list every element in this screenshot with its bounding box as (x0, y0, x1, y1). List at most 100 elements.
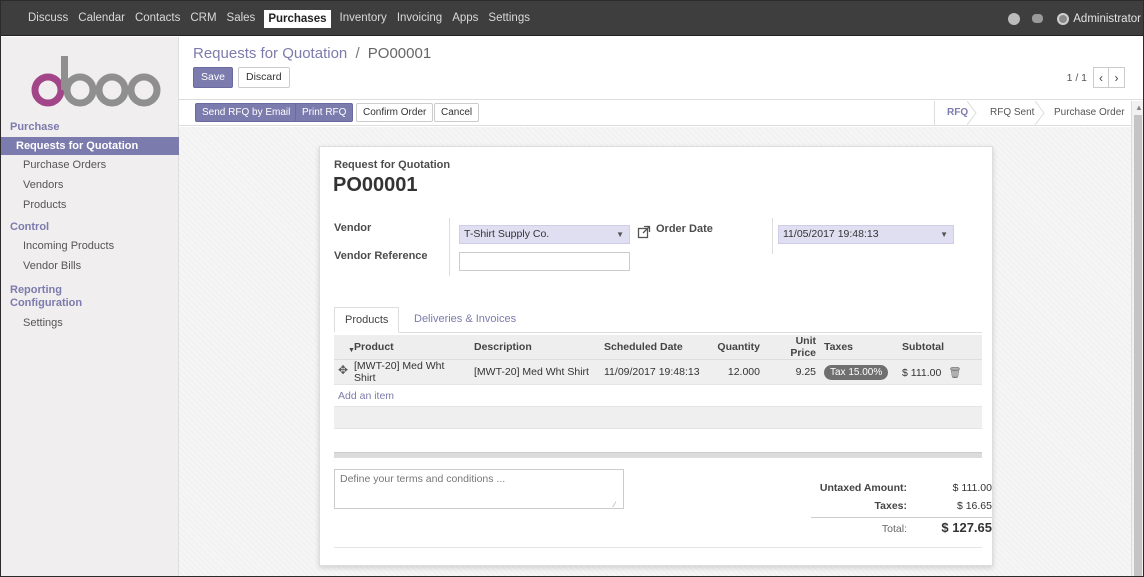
sidebar-section-reporting[interactable]: Reporting (10, 284, 62, 296)
form-record-name: PO00001 (333, 174, 418, 196)
stage-separator-icon (1035, 101, 1045, 125)
tax-badge: Tax 15.00% (824, 364, 889, 380)
activity-icon[interactable] (1008, 12, 1021, 25)
cell-taxes[interactable]: Tax 15.00% (820, 359, 898, 385)
breadcrumb-separator: / (355, 45, 360, 62)
vendor-reference-input[interactable] (459, 252, 630, 271)
status-stages: RFQ RFQ Sent Purchase Order (934, 101, 1143, 125)
vendor-value: T-Shirt Supply Co. (464, 228, 550, 240)
terms-conditions-textarea[interactable]: Define your terms and conditions ... (334, 469, 624, 509)
app-apps[interactable]: Apps (447, 1, 483, 36)
resize-handle-icon[interactable]: ∕ (614, 500, 615, 509)
cell-quantity[interactable]: 12.000 (710, 359, 764, 385)
sidebar-section-purchase: Purchase (10, 121, 60, 133)
pager-next-button[interactable]: › (1109, 67, 1125, 88)
order-date-value: 11/05/2017 19:48:13 (783, 228, 879, 240)
sheet-bottom-divider (334, 547, 982, 548)
vendor-field[interactable]: T-Shirt Supply Co. ▼ (459, 225, 630, 244)
breadcrumb-parent[interactable]: Requests for Quotation (193, 45, 347, 62)
taxes-label: Taxes: (874, 500, 908, 512)
field-divider (772, 218, 773, 254)
pager-previous-button[interactable]: ‹ (1093, 67, 1109, 88)
stage-purchase-order[interactable]: Purchase Order (1054, 101, 1125, 125)
cell-product[interactable]: ✥ [MWT-20] Med Wht Shirt (334, 359, 470, 385)
breadcrumb-current: PO00001 (367, 45, 432, 62)
scrollbar[interactable]: ▲ (1131, 101, 1143, 576)
sidebar-item-settings[interactable]: Settings (1, 314, 179, 332)
external-link-icon[interactable] (637, 225, 651, 239)
column-subtotal[interactable]: Subtotal (898, 335, 982, 360)
order-date-field[interactable]: 11/05/2017 19:48:13 ▼ (778, 225, 954, 244)
column-product[interactable]: ▼ Product (334, 335, 470, 360)
column-quantity[interactable]: Quantity (710, 335, 764, 360)
sidebar-section-configuration[interactable]: Configuration (10, 297, 82, 309)
tab-deliveries-invoices[interactable]: Deliveries & Invoices (404, 307, 526, 333)
taxes-value: $ 16.65 (956, 500, 992, 512)
cell-scheduled-date[interactable]: 11/09/2017 19:48:13 (600, 359, 710, 385)
totals-divider (811, 517, 992, 518)
cell-description[interactable]: [MWT-20] Med Wht Shirt (470, 359, 600, 385)
empty-row (334, 406, 982, 429)
discard-button[interactable]: Discard (238, 67, 290, 88)
form-sheet: Request for Quotation PO00001 Vendor T-S… (319, 146, 993, 566)
app-crm[interactable]: CRM (185, 1, 221, 36)
stage-rfq-sent[interactable]: RFQ Sent (990, 101, 1034, 125)
total-label: Total: (881, 523, 907, 535)
sidebar-section-control[interactable]: Control (10, 221, 49, 233)
cancel-button[interactable]: Cancel (434, 103, 480, 122)
sidebar-item-vendor-bills[interactable]: Vendor Bills (1, 257, 179, 275)
print-rfq-button[interactable]: Print RFQ (295, 103, 354, 122)
app-invoicing[interactable]: Invoicing (392, 1, 447, 36)
add-item-row: Add an item (334, 384, 982, 407)
form-subtitle: Request for Quotation (334, 159, 451, 171)
total-value: $ 127.65 (941, 520, 992, 535)
systray: Administrator (1008, 1, 1141, 36)
column-product-label: Product (354, 341, 394, 353)
sidebar: Purchase Requests for Quotation Purchase… (1, 37, 179, 576)
column-taxes[interactable]: Taxes (820, 335, 898, 360)
app-purchases[interactable]: Purchases (264, 9, 331, 28)
confirm-order-button[interactable]: Confirm Order (356, 103, 434, 122)
sidebar-item-requests-for-quotation[interactable]: Requests for Quotation (1, 137, 179, 155)
app-inventory[interactable]: Inventory (335, 1, 392, 36)
add-an-item-link[interactable]: Add an item (334, 384, 982, 407)
vendor-reference-label: Vendor Reference (334, 250, 428, 262)
tab-products[interactable]: Products (334, 307, 400, 333)
scroll-up-icon[interactable]: ▲ (1135, 103, 1143, 112)
column-description[interactable]: Description (470, 335, 600, 360)
pager-value[interactable]: 1 / 1 (1067, 72, 1087, 84)
app-contacts[interactable]: Contacts (130, 1, 185, 36)
user-avatar[interactable] (1057, 12, 1070, 25)
send-rfq-by-email-button[interactable]: Send RFQ by Email (195, 103, 298, 122)
cell-product-value: [MWT-20] Med Wht Shirt (354, 360, 445, 384)
table-header-row: ▼ Product Description Scheduled Date Qua… (334, 335, 982, 360)
table-row[interactable]: ✥ [MWT-20] Med Wht Shirt [MWT-20] Med Wh… (334, 359, 982, 385)
chat-icon[interactable] (1032, 14, 1044, 23)
app-calendar[interactable]: Calendar (73, 1, 130, 36)
sidebar-item-purchase-orders[interactable]: Purchase Orders (1, 156, 179, 174)
app-discuss[interactable]: Discuss (23, 1, 73, 36)
save-button[interactable]: Save (193, 67, 233, 88)
sort-caret-icon: ▼ (348, 347, 355, 354)
sidebar-item-vendors[interactable]: Vendors (1, 176, 179, 194)
stage-rfq[interactable]: RFQ (947, 101, 968, 125)
dropdown-caret-icon[interactable]: ▼ (616, 226, 624, 243)
app-settings[interactable]: Settings (483, 1, 535, 36)
app-sales[interactable]: Sales (222, 1, 261, 36)
untaxed-amount-label: Untaxed Amount: (819, 482, 907, 494)
order-date-label: Order Date (656, 223, 713, 235)
user-menu[interactable]: Administrator (1073, 13, 1141, 25)
sidebar-item-incoming-products[interactable]: Incoming Products (1, 237, 179, 255)
column-unit-price[interactable]: Unit Price (764, 335, 820, 360)
cell-subtotal[interactable]: $ 111.00 🗑 (898, 359, 982, 385)
scrollbar-thumb[interactable] (1134, 115, 1142, 576)
column-scheduled-date[interactable]: Scheduled Date (600, 335, 710, 360)
cell-unit-price[interactable]: 9.25 (764, 359, 820, 385)
dropdown-caret-icon[interactable]: ▼ (940, 226, 948, 243)
cell-subtotal-value: $ 111.00 (902, 366, 942, 379)
sidebar-item-products[interactable]: Products (1, 196, 179, 214)
drag-handle-icon[interactable]: ✥ (338, 363, 348, 377)
vendor-label: Vendor (334, 222, 372, 234)
horizontal-scrollbar[interactable] (334, 452, 982, 458)
trash-icon[interactable]: 🗑 (948, 367, 961, 379)
